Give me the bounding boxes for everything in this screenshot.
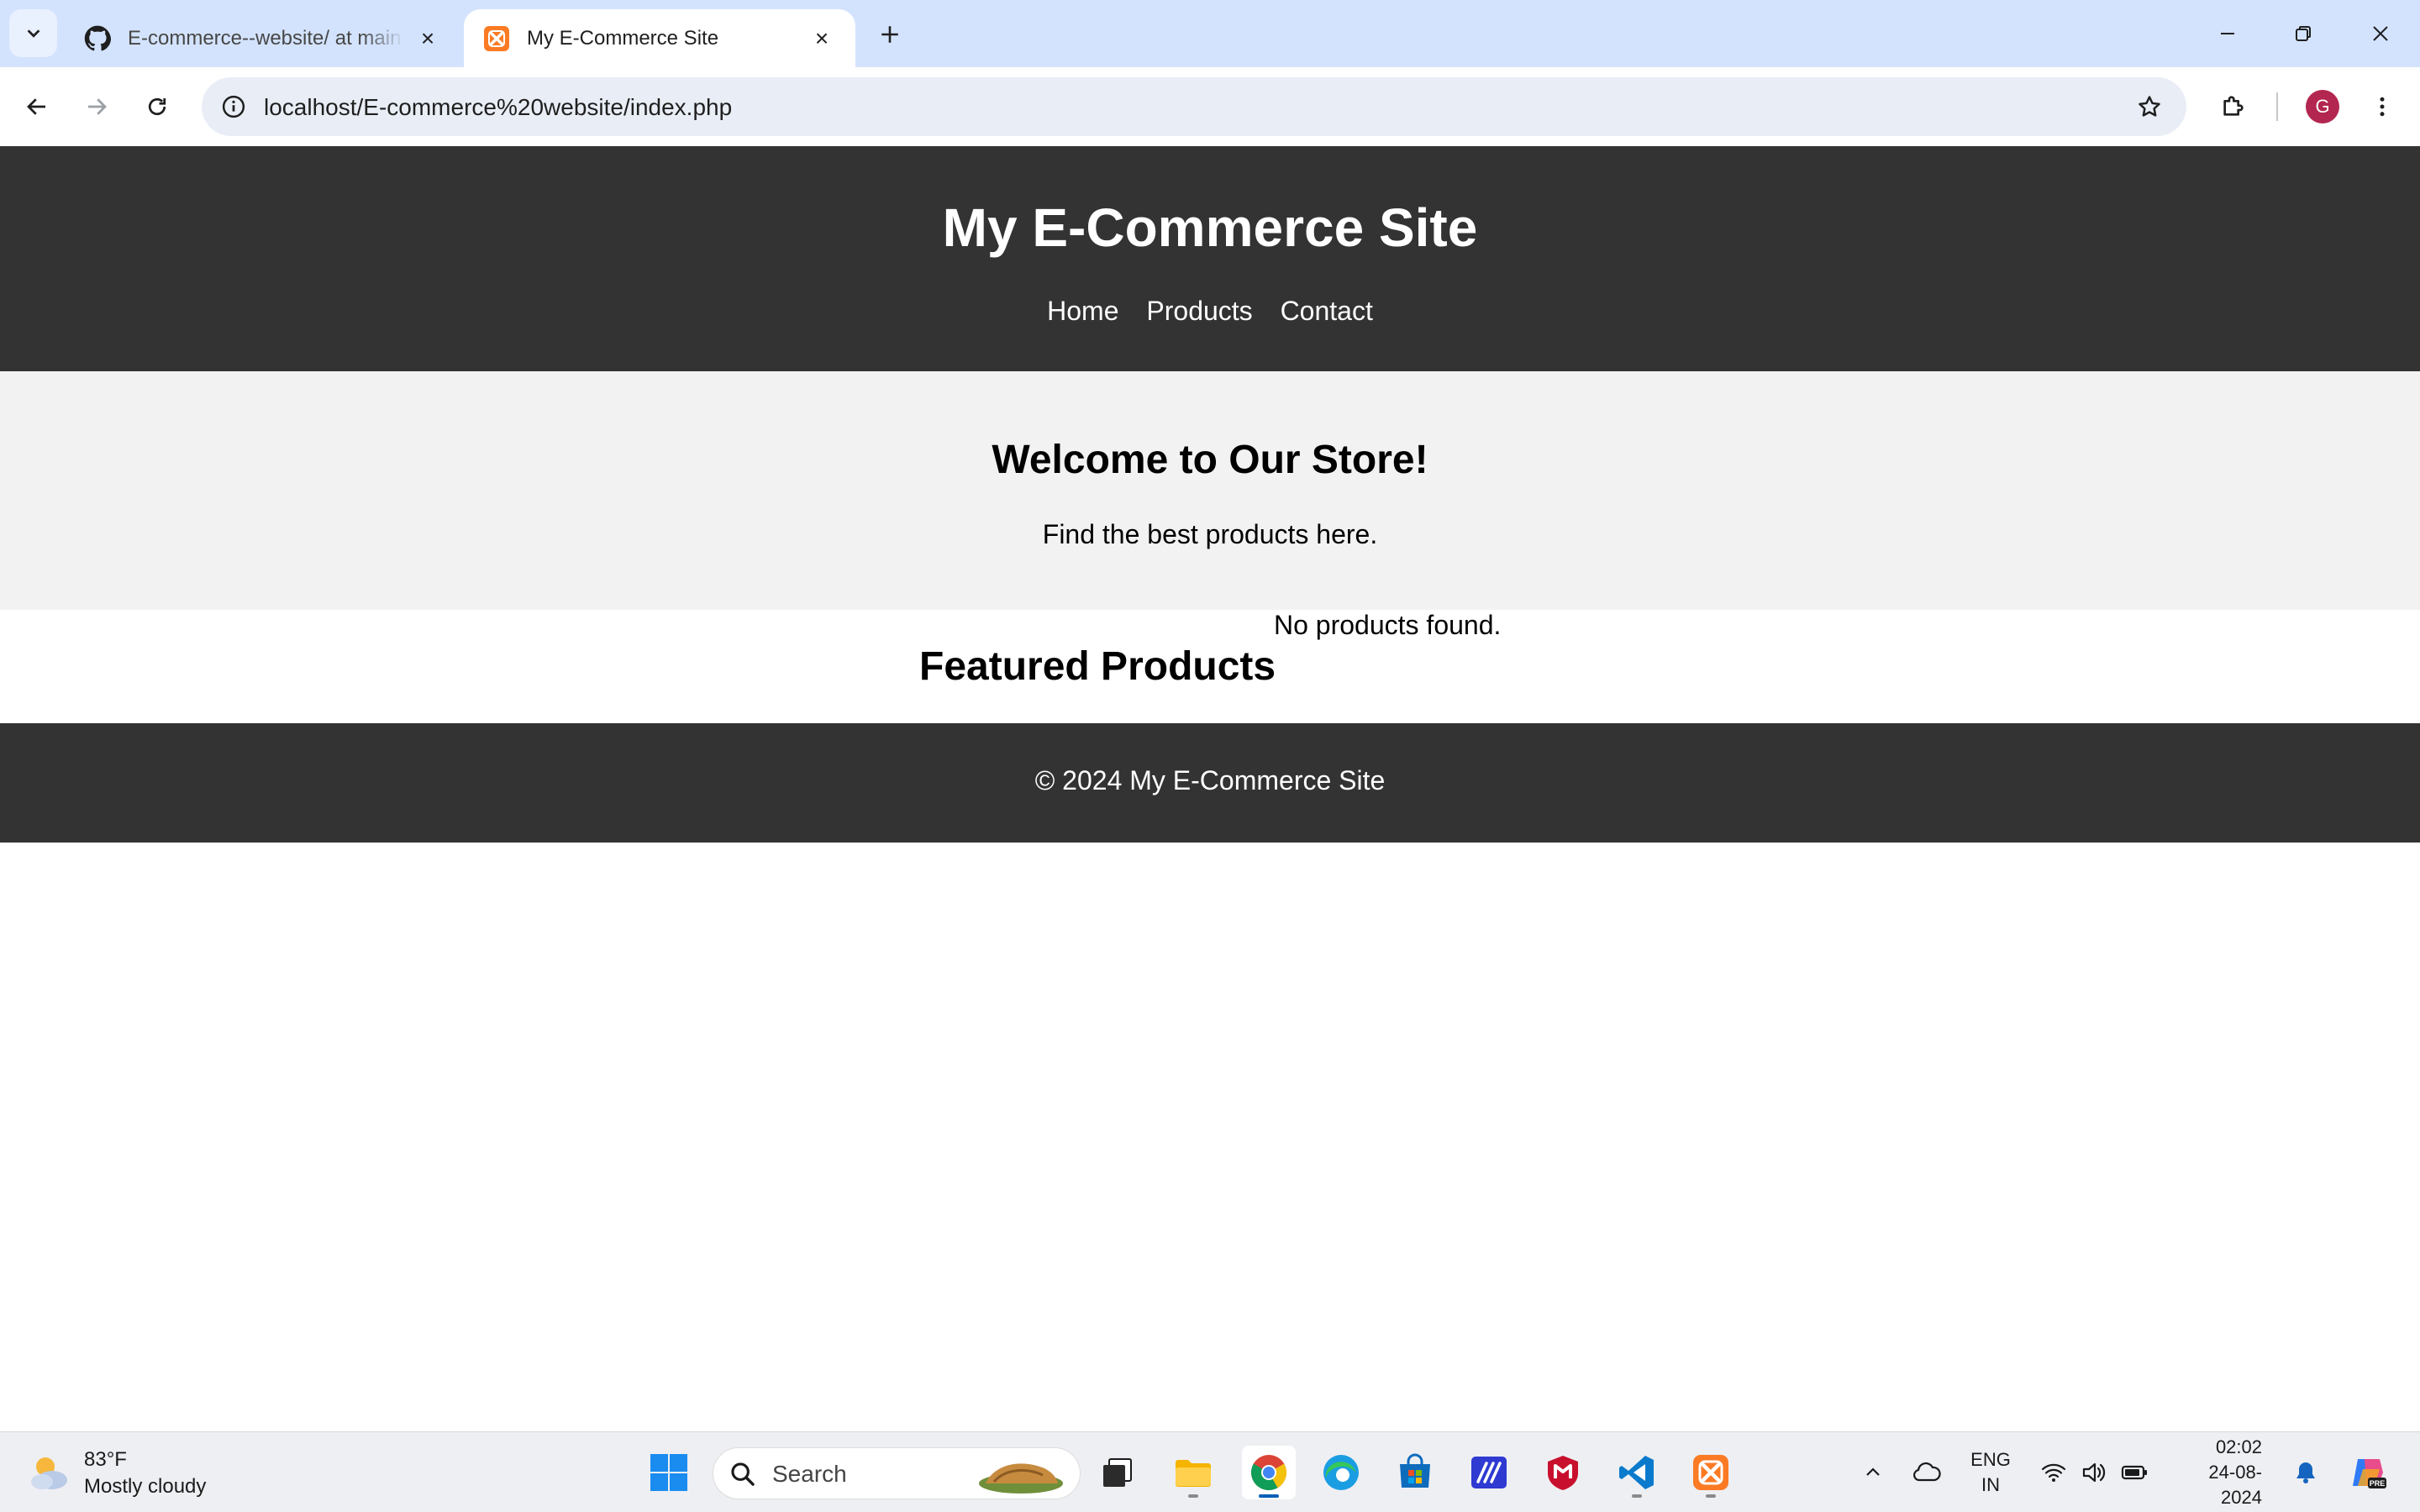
- toolbar-divider: [2276, 92, 2278, 121]
- xampp-icon: [482, 24, 510, 52]
- tab-github[interactable]: E-commerce--website/ at main ×: [65, 9, 461, 67]
- close-icon[interactable]: ×: [413, 24, 443, 54]
- site-nav: Home Products Contact: [0, 296, 2420, 327]
- site-header: My E-Commerce Site Home Products Contact: [0, 146, 2420, 371]
- running-indicator: [1188, 1494, 1198, 1498]
- chevron-up-icon: [1866, 1467, 1880, 1476]
- taskbar: 83°F Mostly cloudy Search ENG IN 02:02 2…: [0, 1431, 2420, 1512]
- close-icon[interactable]: ×: [807, 24, 837, 54]
- extensions-button[interactable]: [2212, 86, 2254, 128]
- arrow-left-icon: [27, 98, 45, 115]
- close-icon: [2373, 26, 2388, 41]
- close-window-button[interactable]: [2351, 8, 2410, 59]
- running-indicator: [1706, 1494, 1716, 1498]
- forward-button[interactable]: [76, 86, 118, 128]
- nav-link-contact[interactable]: Contact: [1281, 296, 1373, 326]
- vscode-icon[interactable]: [1610, 1446, 1664, 1499]
- weather-temperature: 83°F: [84, 1448, 127, 1471]
- chrome-icon[interactable]: [1242, 1446, 1296, 1499]
- tab-search-button[interactable]: [9, 9, 57, 57]
- tab-title: E-commerce--website/ at main: [128, 26, 402, 50]
- clock-time: 02:02: [2215, 1436, 2262, 1457]
- tab-my-ecommerce-site[interactable]: My E-Commerce Site ×: [464, 9, 855, 67]
- minimize-button[interactable]: [2198, 8, 2257, 59]
- running-indicator: [1259, 1494, 1279, 1498]
- battery-icon[interactable]: [2116, 1432, 2153, 1512]
- weather-widget[interactable]: 83°F Mostly cloudy: [24, 1444, 206, 1503]
- wifi-icon[interactable]: [2035, 1432, 2072, 1512]
- page-viewport: My E-Commerce Site Home Products Contact…: [0, 146, 2420, 1431]
- plus-icon: [881, 26, 898, 43]
- weather-condition: Mostly cloudy: [84, 1475, 207, 1498]
- nav-link-home[interactable]: Home: [1047, 296, 1118, 326]
- powerautomate-icon[interactable]: [1462, 1446, 1516, 1499]
- chevron-down-icon: [27, 29, 39, 38]
- windows-start-icon[interactable]: [642, 1446, 696, 1499]
- address-bar[interactable]: localhost/E-commerce%20website/index.php: [202, 77, 2186, 136]
- language-region: IN: [1981, 1474, 2000, 1495]
- notifications-bell-icon[interactable]: [2289, 1432, 2323, 1512]
- more-vert-icon: [2380, 97, 2385, 117]
- site-info-icon[interactable]: [215, 88, 252, 125]
- browser-toolbar: localhost/E-commerce%20website/index.php…: [0, 67, 2420, 146]
- site-title: My E-Commerce Site: [942, 197, 1478, 258]
- site-footer: © 2024 My E-Commerce Site: [0, 723, 2420, 843]
- hero-section: Welcome to Our Store! Find the best prod…: [0, 371, 2420, 610]
- search-label: Search: [772, 1461, 847, 1487]
- tab-title: My E-Commerce Site: [527, 26, 719, 50]
- minimize-icon: [2221, 33, 2234, 34]
- partly-cloudy-icon: [31, 1457, 67, 1489]
- featured-products-heading: Featured Products: [919, 644, 1276, 689]
- footer-copyright: © 2024 My E-Commerce Site: [1034, 765, 1386, 795]
- microsoft-store-icon[interactable]: [1388, 1446, 1442, 1499]
- nav-link-products[interactable]: Products: [1146, 296, 1252, 326]
- show-hidden-icons-button[interactable]: [1854, 1432, 1892, 1512]
- onedrive-icon[interactable]: [1906, 1432, 1948, 1512]
- hero-subheading: Find the best products here.: [1042, 519, 1378, 549]
- file-explorer-icon[interactable]: [1166, 1446, 1220, 1499]
- volume-icon[interactable]: [2075, 1432, 2112, 1512]
- browser-menu-button[interactable]: [2363, 86, 2402, 128]
- xampp-icon[interactable]: [1684, 1446, 1738, 1499]
- restore-button[interactable]: [2274, 8, 2333, 59]
- taskbar-search[interactable]: Search: [713, 1447, 1081, 1499]
- github-icon: [83, 24, 111, 52]
- restore-icon: [2296, 26, 2311, 41]
- puzzle-icon: [2223, 96, 2244, 116]
- mcafee-icon[interactable]: [1536, 1446, 1590, 1499]
- reload-button[interactable]: [136, 86, 178, 128]
- hero-heading: Welcome to Our Store!: [992, 438, 1428, 482]
- edge-icon[interactable]: [1314, 1446, 1368, 1499]
- copilot-icon[interactable]: PRE: [2343, 1432, 2393, 1512]
- url-text[interactable]: localhost/E-commerce%20website/index.php: [264, 94, 732, 121]
- new-tab-button[interactable]: [871, 15, 909, 54]
- empty-products-message: No products found.: [1274, 610, 1502, 640]
- clock-date: 24-08-2024: [2208, 1462, 2262, 1508]
- task-view-icon[interactable]: [1091, 1446, 1144, 1499]
- arrow-right-icon: [88, 98, 107, 115]
- svg-text:PRE: PRE: [2370, 1479, 2386, 1488]
- search-highlight-illustration: [979, 1463, 1063, 1494]
- search-icon: [731, 1462, 755, 1486]
- clock[interactable]: 02:02 24-08-2024: [2170, 1432, 2262, 1512]
- running-indicator: [1632, 1494, 1642, 1498]
- language-code: ENG: [1970, 1449, 2011, 1470]
- tab-strip: E-commerce--website/ at main × My E-Comm…: [0, 0, 2420, 67]
- back-button[interactable]: [16, 86, 58, 128]
- profile-avatar[interactable]: G: [2306, 90, 2339, 123]
- bookmark-star-icon[interactable]: [2131, 88, 2168, 125]
- reload-icon: [148, 97, 166, 116]
- language-indicator[interactable]: ENG IN: [1961, 1432, 2020, 1512]
